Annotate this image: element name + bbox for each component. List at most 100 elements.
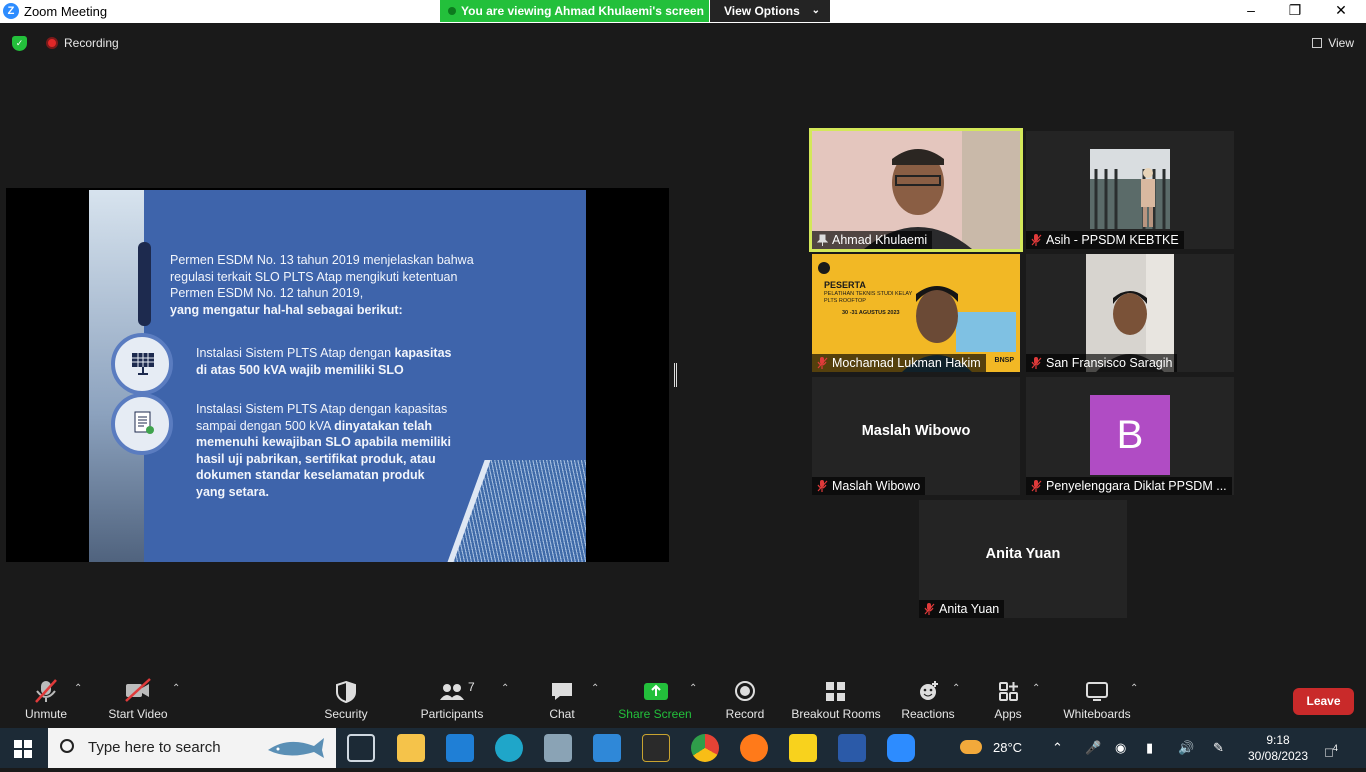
clock-date: 30/08/2023 (1247, 749, 1309, 763)
reactions-button[interactable]: Reactions (898, 675, 958, 728)
slide-point-1: Instalasi Sistem PLTS Atap dengan kapasi… (196, 345, 451, 378)
bg-line: PELATIHAN TEKNIS STUDI KELAY (824, 291, 913, 297)
participant-tile-penyelenggara[interactable]: B Penyelenggara Diklat PPSDM ... (1026, 377, 1234, 495)
status-dot-icon (448, 7, 456, 15)
view-label: View (1328, 36, 1354, 50)
slide-text-bold: kapasitas (394, 346, 452, 360)
volume-icon[interactable]: 🔊 (1178, 728, 1194, 768)
chat-options-caret[interactable]: ⌃ (591, 683, 599, 694)
video-options-caret[interactable]: ⌃ (172, 683, 180, 694)
task-view-icon[interactable] (347, 734, 375, 762)
participants-options-caret[interactable]: ⌃ (501, 683, 509, 694)
reactions-options-caret[interactable]: ⌃ (952, 683, 960, 694)
encryption-shield-icon[interactable]: ✓ (12, 36, 27, 51)
participant-tile-ahmad[interactable]: Ahmad Khulaemi (809, 128, 1023, 252)
share-screen-icon (644, 683, 668, 700)
store-icon[interactable] (593, 734, 621, 762)
minimize-button[interactable]: – (1228, 0, 1274, 23)
notifications-icon[interactable]: □4 (1325, 728, 1338, 768)
whiteboards-button[interactable]: Whiteboards (1060, 675, 1134, 728)
camera-icon[interactable]: ◉ (1115, 728, 1126, 768)
close-button[interactable]: ✕ (1318, 0, 1364, 23)
word-icon[interactable] (838, 734, 866, 762)
leave-button[interactable]: Leave (1293, 688, 1354, 715)
breakout-rooms-label: Breakout Rooms (791, 707, 881, 721)
recording-label[interactable]: Recording (64, 36, 119, 50)
slide-text: Instalasi Sistem PLTS Atap dengan (196, 346, 395, 360)
restore-button[interactable]: ❐ (1272, 0, 1318, 23)
battery-icon[interactable]: ▮ (1146, 728, 1153, 768)
snipping-tool-icon[interactable] (544, 734, 572, 762)
taskbar-clock[interactable]: 9:18 30/08/2023 (1246, 732, 1310, 764)
apps-label: Apps (994, 707, 1022, 721)
whiteboards-label: Whiteboards (1063, 707, 1131, 721)
record-icon (735, 681, 755, 701)
slide-text: sampai dengan 500 kVA (196, 418, 335, 433)
edge-icon[interactable] (495, 734, 523, 762)
file-explorer-icon[interactable] (397, 734, 425, 762)
whiteboards-options-caret[interactable]: ⌃ (1130, 683, 1138, 694)
participant-tile-maslah[interactable]: Maslah Wibowo Maslah Wibowo (812, 377, 1020, 495)
solar-panel-icon (111, 333, 173, 395)
participants-icon (440, 684, 464, 700)
avatar: B (1090, 395, 1170, 475)
participant-name: Penyelenggara Diklat PPSDM ... (1026, 477, 1232, 495)
whale-shark-icon (268, 738, 324, 758)
temperature[interactable]: 28°C (993, 728, 1022, 768)
video-off-icon (125, 678, 151, 702)
participant-name: Maslah Wibowo (812, 477, 926, 495)
zoom-logo-icon: Z (3, 3, 19, 19)
firefox-icon[interactable] (740, 734, 768, 762)
participant-tile-lukman[interactable]: PESERTA PELATIHAN TEKNIS STUDI KELAY PLT… (812, 254, 1020, 372)
zoom-taskbar-icon[interactable] (887, 734, 915, 762)
share-options-caret[interactable]: ⌃ (689, 683, 697, 694)
apps-button[interactable]: Apps (984, 675, 1032, 728)
slide-intro: Permen ESDM No. 13 tahun 2019 menjelaska… (170, 252, 474, 318)
weather-icon[interactable] (960, 728, 982, 768)
bg-heading: PESERTA (824, 280, 866, 290)
meeting-topbar: ✓ Recording View (0, 23, 1366, 63)
participant-tile-san[interactable]: San Fransisco Saragih (1026, 254, 1234, 372)
bg-line: 30 -31 AGUSTUS 2023 (842, 310, 900, 316)
participants-label: Participants (420, 707, 484, 721)
participant-tile-asih[interactable]: Asih - PPSDM KEBTKE (1026, 131, 1234, 249)
participants-button[interactable]: 7 Participants (418, 675, 486, 728)
shield-icon (336, 680, 356, 704)
participant-name-text: Penyelenggara Diklat PPSDM ... (1046, 479, 1227, 493)
start-video-button[interactable]: Start Video (104, 675, 172, 728)
window-title: Zoom Meeting (24, 4, 108, 19)
security-button[interactable]: Security (318, 675, 374, 728)
chevron-up-icon[interactable]: ⌃ (1052, 728, 1063, 768)
chrome-icon[interactable] (691, 734, 719, 762)
view-options-button[interactable]: View Options ⌄ (710, 0, 830, 22)
chevron-down-icon: ⌄ (811, 5, 820, 16)
record-button[interactable]: Record (718, 675, 772, 728)
unmute-button[interactable]: Unmute (18, 675, 74, 728)
app-icon[interactable] (642, 734, 670, 762)
muted-mic-icon (817, 480, 828, 492)
panel-resize-handle[interactable] (674, 363, 677, 387)
breakout-rooms-button[interactable]: Breakout Rooms (790, 675, 882, 728)
share-screen-button[interactable]: Share Screen (616, 675, 694, 728)
sticky-notes-icon[interactable] (789, 734, 817, 762)
pen-icon[interactable]: ✎ (1213, 728, 1224, 768)
apps-options-caret[interactable]: ⌃ (1032, 683, 1040, 694)
chat-button[interactable]: Chat (538, 675, 586, 728)
audio-options-caret[interactable]: ⌃ (74, 683, 82, 694)
microphone-icon[interactable]: 🎤 (1085, 728, 1101, 768)
view-button[interactable]: View (1312, 36, 1354, 50)
security-label: Security (324, 707, 368, 721)
muted-mic-icon (1031, 357, 1042, 369)
search-input[interactable]: Type here to search (88, 739, 221, 756)
notification-count: 4 (1332, 743, 1338, 753)
grid-view-icon (1312, 38, 1323, 48)
viewing-banner-text: You are viewing Ahmad Khulaemi's screen (461, 4, 704, 18)
taskbar-search[interactable]: Type here to search (48, 728, 336, 768)
mail-icon[interactable] (446, 734, 474, 762)
muted-mic-icon (817, 357, 828, 369)
slide-intro-line: Permen ESDM No. 13 tahun 2019 menjelaska… (170, 253, 474, 267)
presentation-slide: Permen ESDM No. 13 tahun 2019 menjelaska… (89, 190, 586, 562)
shared-screen[interactable]: Permen ESDM No. 13 tahun 2019 menjelaska… (6, 188, 669, 562)
participant-tile-anita[interactable]: Anita Yuan Anita Yuan (919, 500, 1127, 618)
windows-start-icon[interactable] (14, 740, 32, 758)
